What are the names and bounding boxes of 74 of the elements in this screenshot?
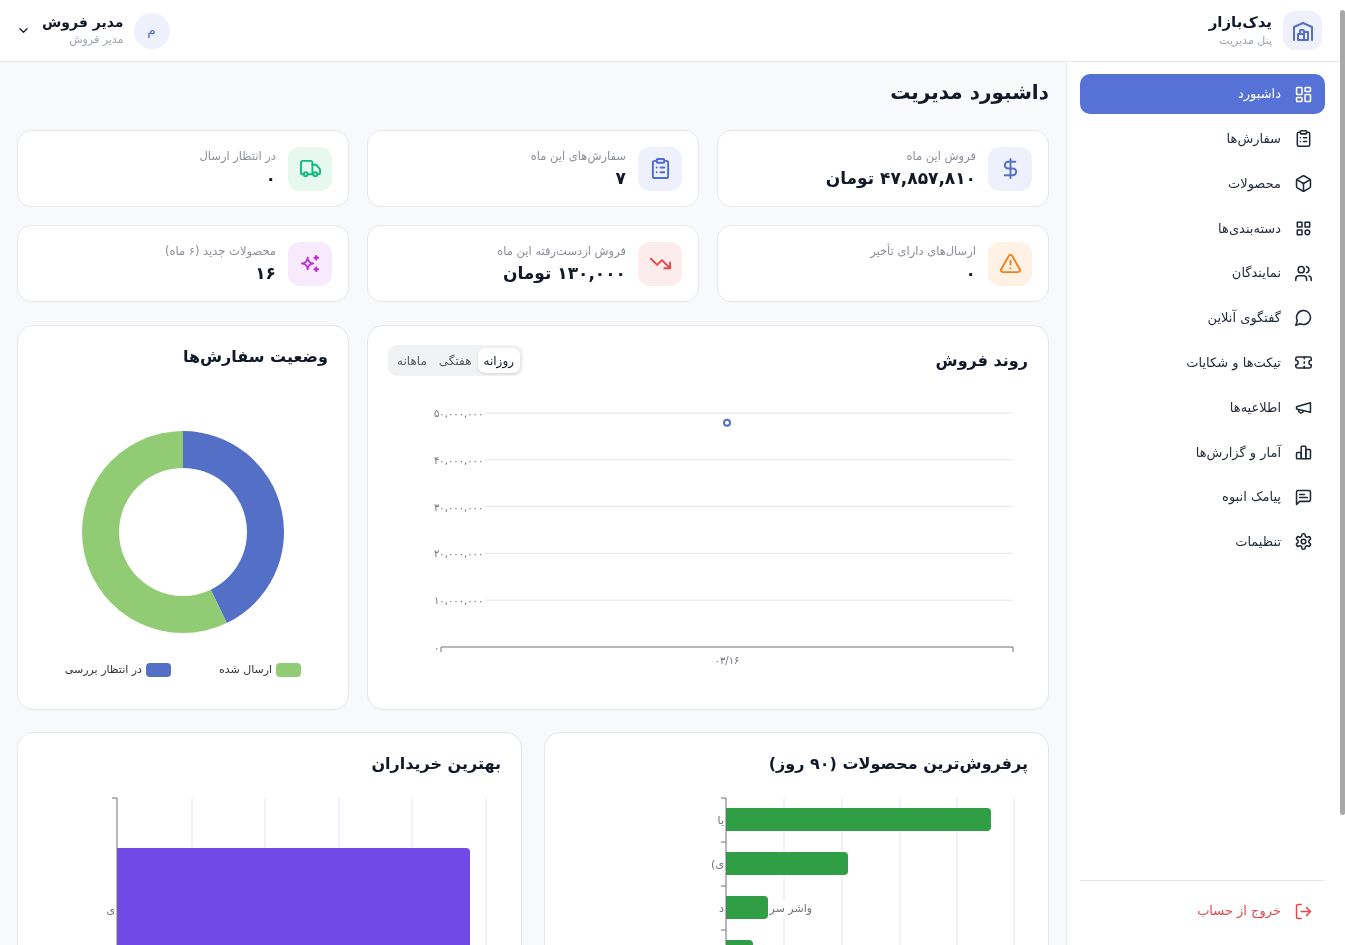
axis-label: ی) (711, 857, 724, 871)
sidebar-item[interactable]: داشبورد (1080, 74, 1325, 114)
tab[interactable]: روزانه (477, 348, 520, 373)
sidebar-item[interactable]: پیامک انبوه (1080, 477, 1325, 518)
sidebar-item[interactable]: تنظیمات (1080, 521, 1325, 562)
user-role: مدیر فروش (68, 32, 124, 48)
ticket-icon (1295, 354, 1312, 372)
stat-value: ۱۶ (254, 262, 276, 284)
y-axis-label: ۱۰,۰۰۰,۰۰۰ (434, 595, 484, 607)
dollar-icon (988, 146, 1032, 191)
truck-icon (288, 146, 332, 191)
warehouse-icon (1283, 11, 1322, 50)
tab[interactable]: هفتگی (432, 348, 478, 373)
users-icon (1295, 264, 1312, 282)
settings-icon (1295, 533, 1312, 551)
stat-label: فروش این ماه (905, 148, 976, 164)
sidebar-item[interactable]: اطلاعیه‌ها (1080, 387, 1325, 428)
stat-value: ۴۷,۸۵۷,۸۱۰ تومان (825, 167, 976, 189)
logout-link[interactable]: خروج از حساب (1080, 891, 1325, 931)
grid-icon (1295, 219, 1312, 237)
layout-icon (1295, 85, 1312, 103)
stat-value: ۰ (964, 262, 976, 284)
sidebar-item[interactable]: سفارش‌ها (1080, 118, 1325, 159)
chart-title: وضعیت سفارش‌ها (181, 346, 328, 368)
cube-icon (1295, 175, 1312, 193)
scrollbar-thumb[interactable] (1339, 10, 1345, 815)
stat-label: ارسال‌های دارای تأخیر (870, 243, 976, 259)
stat-value: ۱۳۰,۰۰۰ تومان (501, 262, 626, 284)
message-icon (1295, 488, 1312, 506)
sidebar-item[interactable]: محصولات (1080, 163, 1325, 204)
legend-label: ارسال شده (219, 662, 273, 678)
brand-name: یدک‌بازار (1208, 12, 1272, 32)
stat-label: فروش ازدست‌رفته این ماه (497, 243, 626, 259)
stat-value: ۰ (264, 167, 276, 189)
avatar: م (133, 12, 170, 49)
chart-title: پرفروش‌ترین محصولات (۹۰ روز) (767, 753, 1028, 776)
sidebar-item[interactable]: دسته‌بندی‌ها (1080, 208, 1325, 249)
sparkles-icon (288, 241, 332, 286)
bar-label: واشر سر (769, 901, 812, 915)
user-name: مدیر فروش (42, 13, 124, 32)
trending-down-icon (638, 241, 682, 286)
bar (726, 896, 768, 919)
y-axis-label: ۴۰,۰۰۰,۰۰۰ (434, 454, 484, 466)
sidebar-item[interactable]: تیکت‌ها و شکایات (1080, 342, 1325, 383)
stat-label: در انتظار ارسال (199, 148, 276, 164)
y-axis-label: ۰ (434, 642, 440, 653)
sidebar-item[interactable]: نمایندگان (1080, 253, 1325, 294)
axis-label: د (719, 901, 724, 915)
bar (726, 940, 753, 945)
sidebar-item[interactable]: آمار و گزارش‌ها (1080, 432, 1325, 473)
y-axis-label: ۵۰,۰۰۰,۰۰۰ (434, 408, 484, 419)
chart-title: روند فروش (935, 349, 1028, 372)
stat-label: محصولات جدید (۶ ماه) (164, 243, 276, 259)
data-point (723, 418, 731, 427)
clipboard-icon (638, 146, 682, 191)
warning-icon (988, 241, 1032, 286)
chat-bubble-icon (1295, 309, 1312, 327)
page-title: داشبورد مدیریت (889, 79, 1049, 106)
axis-label: ی (106, 904, 115, 917)
megaphone-icon (1295, 399, 1312, 417)
stat-label: سفارش‌های این ماه (530, 148, 626, 164)
logout-icon (1295, 902, 1312, 920)
y-axis-label: ۳۰,۰۰۰,۰۰۰ (434, 501, 484, 513)
chart-title: بهترین خریداران (370, 753, 501, 775)
sidebar-item[interactable]: گفتگوی آنلاین (1080, 298, 1325, 338)
bar-chart-icon (1295, 443, 1312, 461)
brand-subtitle: پنل مدیریت (1218, 33, 1272, 49)
clipboard-icon (1295, 130, 1312, 148)
stat-value: ۷ (614, 167, 626, 189)
legend-label: در انتظار بررسی (64, 662, 142, 678)
x-axis-label: ۰۳/۱۶ (714, 655, 740, 666)
y-axis-label: ۲۰,۰۰۰,۰۰۰ (434, 548, 484, 560)
tab[interactable]: ماهانه (391, 348, 433, 373)
axis-label: یا (717, 813, 724, 827)
